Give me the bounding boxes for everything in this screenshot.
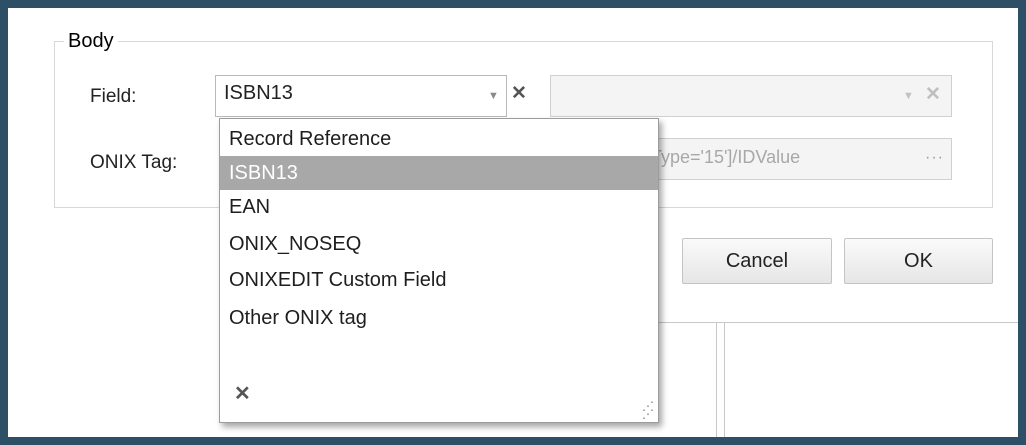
dropdown-item-selected[interactable]: ISBN13 xyxy=(220,156,658,190)
browse-button[interactable]: ··· xyxy=(925,149,944,167)
dialog-window: Body Field: ISBN13 ▼ ✕ ▼ ✕ ONIX Tag: Typ… xyxy=(8,8,1018,437)
field-combobox[interactable]: ISBN13 ▼ xyxy=(215,75,507,117)
fieldset-legend: Body xyxy=(64,30,118,53)
onix-tag-value: Type='15']/IDValue xyxy=(651,147,801,167)
chevron-down-icon[interactable]: ▼ xyxy=(903,90,914,102)
secondary-combobox[interactable]: ▼ ✕ xyxy=(550,75,952,117)
panel-divider-left xyxy=(716,322,717,437)
cancel-button[interactable]: Cancel xyxy=(682,238,832,284)
field-value: ISBN13 xyxy=(224,82,293,104)
panel-divider-right xyxy=(724,322,725,437)
dropdown-item[interactable]: EAN xyxy=(220,190,658,224)
resize-grip-icon[interactable]: ⋰ ⋰ xyxy=(642,400,654,420)
dropdown-item[interactable]: Record Reference xyxy=(220,122,658,156)
field-clear-icon[interactable]: ✕ xyxy=(511,82,527,105)
dropdown-item[interactable]: Other ONIX tag xyxy=(220,301,658,335)
dropdown-item[interactable]: ONIXEDIT Custom Field xyxy=(220,263,658,297)
onix-tag-label: ONIX Tag: xyxy=(90,152,178,173)
ok-button[interactable]: OK xyxy=(844,238,993,284)
dropdown-item[interactable]: ONIX_NOSEQ xyxy=(220,227,658,261)
panel-divider xyxy=(648,322,1018,323)
field-dropdown-list[interactable]: Record Reference ISBN13 EAN ONIX_NOSEQ O… xyxy=(219,118,659,423)
secondary-clear-icon[interactable]: ✕ xyxy=(925,83,941,106)
chevron-down-icon[interactable]: ▼ xyxy=(488,90,499,102)
field-label: Field: xyxy=(90,86,137,107)
close-icon[interactable]: ✕ xyxy=(234,381,251,406)
